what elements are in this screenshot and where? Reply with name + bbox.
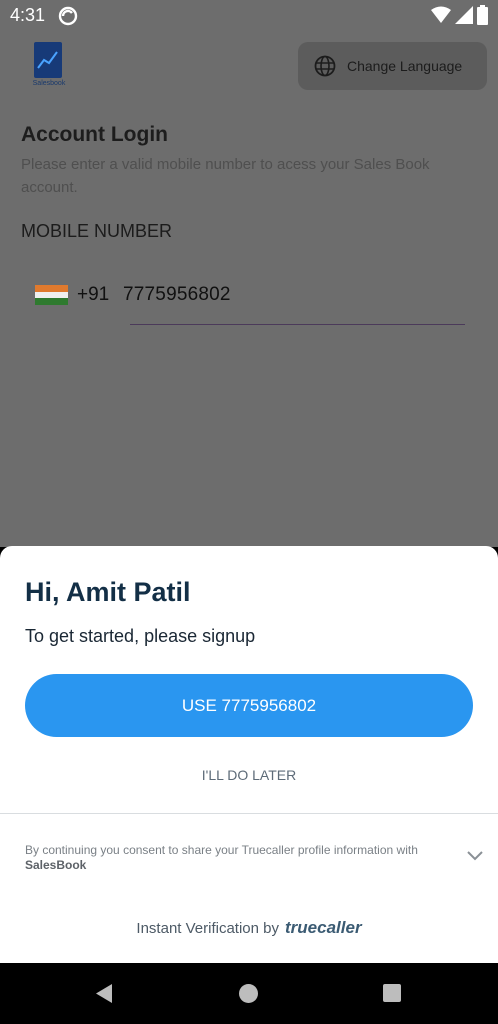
greeting: Hi, Amit Patil	[25, 577, 191, 607]
signup-prompt: To get started, please signup	[25, 626, 256, 646]
country-code[interactable]: +91	[77, 284, 109, 306]
logo-text: Salesbook	[32, 80, 66, 87]
use-number-button[interactable]: USE 7775956802	[25, 674, 473, 737]
home-icon[interactable]	[239, 984, 258, 1003]
input-underline	[130, 324, 465, 325]
status-bar: 4:31	[0, 0, 498, 32]
navigation-bar	[0, 963, 498, 1024]
page-subtitle: Please enter a valid mobile number to ac…	[21, 156, 430, 196]
india-flag-icon[interactable]	[35, 285, 68, 305]
sync-icon	[58, 6, 78, 26]
divider	[0, 813, 498, 814]
mobile-number-input[interactable]: 7775956802	[123, 284, 231, 306]
verification-footer: Instant Verification by truecaller	[0, 918, 498, 938]
do-later-button[interactable]: I'LL DO LATER	[0, 767, 498, 783]
consent-app-name: SalesBook	[25, 858, 87, 872]
globe-icon	[314, 55, 336, 77]
app-logo: Salesbook	[30, 42, 68, 92]
back-icon[interactable]	[94, 983, 114, 1004]
change-language-label: Change Language	[347, 58, 463, 74]
page-title: Account Login	[21, 123, 168, 146]
wifi-icon	[431, 6, 451, 23]
login-screen: Salesbook Change Language Account Login …	[0, 32, 498, 547]
truecaller-logo: truecaller	[285, 918, 362, 937]
consent-text: By continuing you consent to share your …	[25, 843, 435, 873]
battery-icon	[477, 5, 488, 25]
signal-icon	[455, 6, 473, 24]
truecaller-bottom-sheet: Hi, Amit Patil To get started, please si…	[0, 546, 498, 963]
chevron-down-icon[interactable]	[466, 850, 484, 862]
consent-prefix: By continuing you consent to share your …	[25, 843, 418, 857]
mobile-number-label: MOBILE NUMBER	[21, 221, 173, 241]
verification-label: Instant Verification by	[136, 919, 280, 937]
recents-icon[interactable]	[383, 984, 401, 1002]
status-time: 4:31	[10, 5, 46, 25]
change-language-button[interactable]: Change Language	[298, 42, 487, 90]
book-icon	[34, 42, 62, 78]
